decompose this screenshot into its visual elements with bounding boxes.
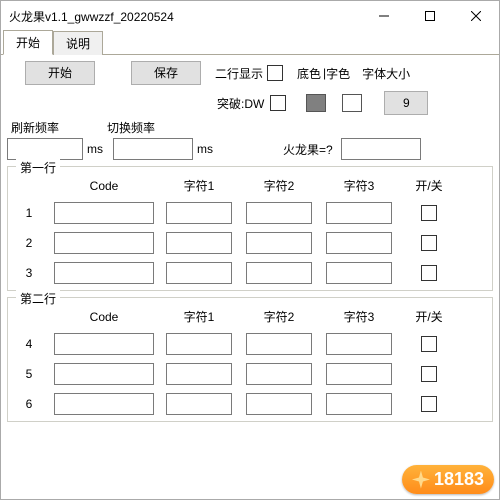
switch-freq-label: 切换频率 (107, 119, 155, 136)
r6-onoff[interactable] (421, 396, 437, 412)
r1-c1[interactable] (166, 202, 232, 224)
r2-c1[interactable] (166, 232, 232, 254)
rownum-4: 4 (26, 337, 33, 351)
hdr2-code: Code (90, 310, 119, 324)
hdr2-c2: 字符2 (264, 308, 295, 325)
r4-c2[interactable] (246, 333, 312, 355)
r1-code[interactable] (54, 202, 154, 224)
group-row2-grid: Code 字符1 字符2 字符3 开/关 4 5 6 (14, 308, 486, 415)
titlebar: 火龙果v1.1_gwwzzf_20220524 (1, 1, 499, 31)
rownum-6: 6 (26, 397, 33, 411)
r1-c3[interactable] (326, 202, 392, 224)
save-button[interactable]: 保存 (131, 61, 201, 85)
app-window: 火龙果v1.1_gwwzzf_20220524 开始 说明 开始 保存 二行显示 (0, 0, 500, 500)
r2-code[interactable] (54, 232, 154, 254)
hdr-code: Code (90, 179, 119, 193)
toolbar-row-1: 开始 保存 二行显示 底色 | 字色 字体大小 (7, 61, 493, 85)
r5-c1[interactable] (166, 363, 232, 385)
group-row1-legend: 第一行 (16, 159, 60, 176)
two-line-checkbox[interactable] (267, 65, 283, 81)
r4-onoff[interactable] (421, 336, 437, 352)
freq-inputs: ms ms 火龙果=? (7, 138, 493, 160)
dragonfruit-input[interactable] (341, 138, 421, 160)
r2-c3[interactable] (326, 232, 392, 254)
hdr-c2: 字符2 (264, 177, 295, 194)
toolbar-row-2: 突破:DW 9 (7, 91, 493, 115)
group-row1-grid: Code 字符1 字符2 字符3 开/关 1 2 3 (14, 177, 486, 284)
two-line-label: 二行显示 (215, 65, 263, 82)
fg-color-swatch[interactable] (342, 94, 362, 112)
hdr-c1: 字符1 (184, 177, 215, 194)
bg-color-label: 底色 (297, 65, 321, 82)
bg-color-swatch[interactable] (306, 94, 326, 112)
freq-labels: 刷新频率 切换频率 (7, 119, 493, 136)
breakthrough-label: 突破:DW (217, 95, 264, 112)
window-title: 火龙果v1.1_gwwzzf_20220524 (9, 8, 174, 25)
r4-c3[interactable] (326, 333, 392, 355)
rownum-3: 3 (26, 266, 33, 280)
hdr-onoff: 开/关 (415, 177, 442, 194)
switch-ms: ms (197, 142, 213, 156)
r3-c3[interactable] (326, 262, 392, 284)
fg-color-label: 字色 (326, 65, 350, 82)
r3-code[interactable] (54, 262, 154, 284)
rownum-2: 2 (26, 236, 33, 250)
hdr2-c3: 字符3 (344, 308, 375, 325)
r1-onoff[interactable] (421, 205, 437, 221)
refresh-freq-input[interactable] (7, 138, 83, 160)
font-size-value[interactable]: 9 (384, 91, 428, 115)
r5-onoff[interactable] (421, 366, 437, 382)
r3-c2[interactable] (246, 262, 312, 284)
refresh-freq-label: 刷新频率 (11, 119, 59, 136)
r3-onoff[interactable] (421, 265, 437, 281)
rownum-1: 1 (26, 206, 33, 220)
group-row1: 第一行 Code 字符1 字符2 字符3 开/关 1 2 (7, 166, 493, 291)
start-button[interactable]: 开始 (25, 61, 95, 85)
r6-code[interactable] (54, 393, 154, 415)
r5-code[interactable] (54, 363, 154, 385)
tab-content: 开始 保存 二行显示 底色 | 字色 字体大小 突破:DW 9 (1, 55, 499, 499)
hdr2-c1: 字符1 (184, 308, 215, 325)
minimize-button[interactable] (361, 1, 407, 31)
dragonfruit-label: 火龙果=? (283, 141, 333, 158)
r4-c1[interactable] (166, 333, 232, 355)
r6-c2[interactable] (246, 393, 312, 415)
r2-onoff[interactable] (421, 235, 437, 251)
rownum-5: 5 (26, 367, 33, 381)
close-button[interactable] (453, 1, 499, 31)
r3-c1[interactable] (166, 262, 232, 284)
group-row2: 第二行 Code 字符1 字符2 字符3 开/关 4 5 (7, 297, 493, 422)
r5-c3[interactable] (326, 363, 392, 385)
breakthrough-checkbox[interactable] (270, 95, 286, 111)
tab-help[interactable]: 说明 (53, 31, 103, 55)
r5-c2[interactable] (246, 363, 312, 385)
maximize-button[interactable] (407, 1, 453, 31)
r4-code[interactable] (54, 333, 154, 355)
refresh-ms: ms (87, 142, 103, 156)
window-controls (361, 1, 499, 31)
r6-c3[interactable] (326, 393, 392, 415)
r2-c2[interactable] (246, 232, 312, 254)
group-row2-legend: 第二行 (16, 290, 60, 307)
hdr2-onoff: 开/关 (415, 308, 442, 325)
font-size-label: 字体大小 (362, 65, 410, 82)
hdr-c3: 字符3 (344, 177, 375, 194)
tab-start[interactable]: 开始 (3, 30, 53, 55)
r1-c2[interactable] (246, 202, 312, 224)
switch-freq-input[interactable] (113, 138, 193, 160)
r6-c1[interactable] (166, 393, 232, 415)
tabstrip: 开始 说明 (1, 31, 499, 55)
